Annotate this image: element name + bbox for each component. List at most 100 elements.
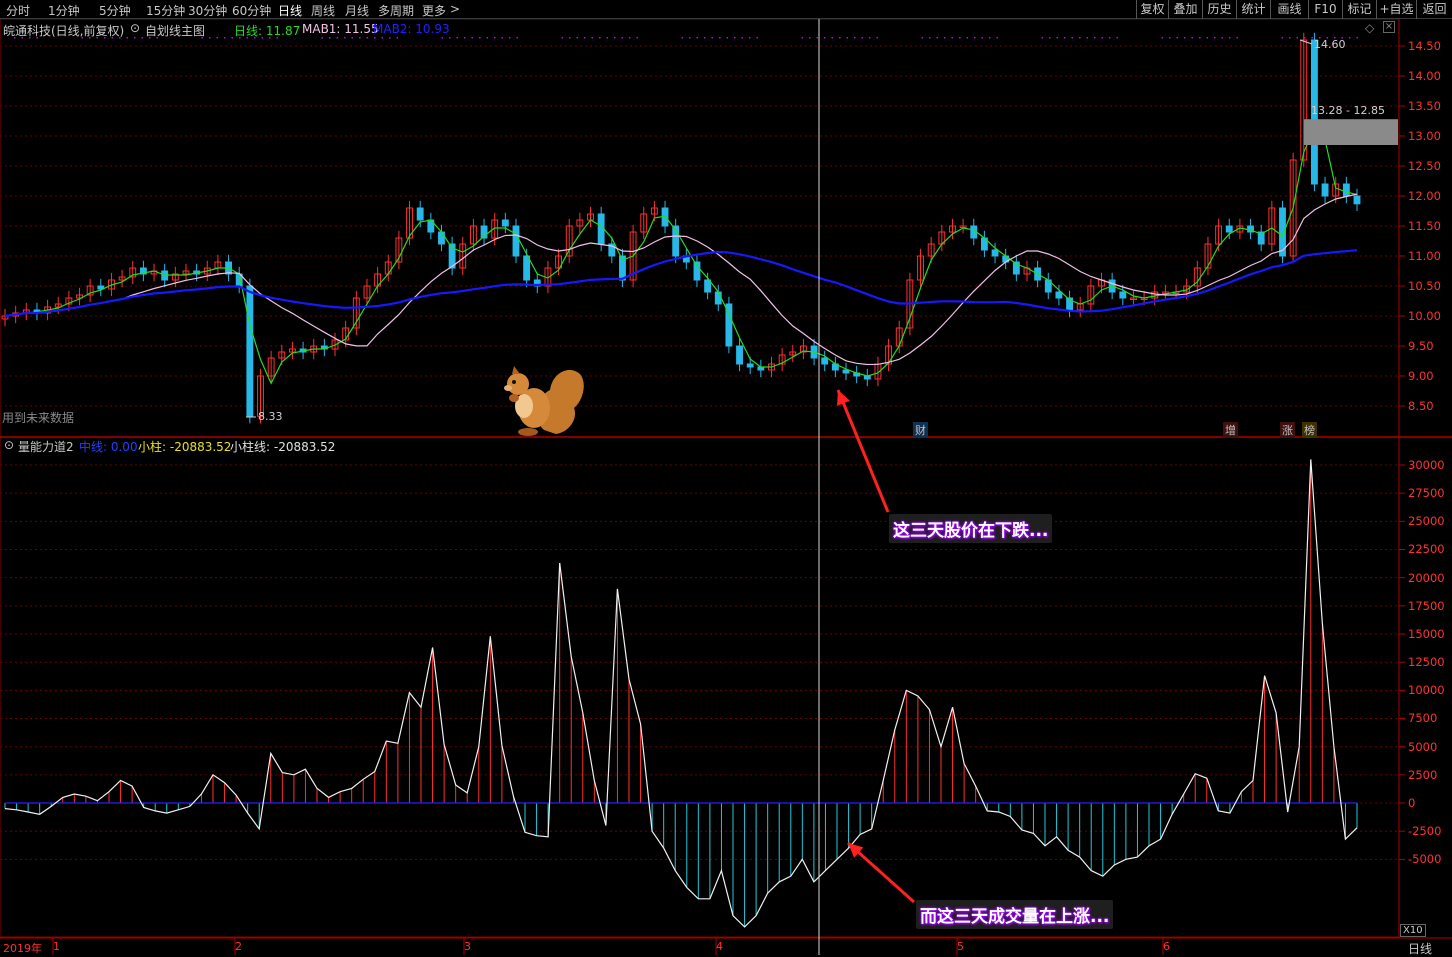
tab-weekly[interactable]: 周线: [311, 2, 335, 19]
tab-5min[interactable]: 5分钟: [99, 2, 131, 19]
event-marker-increase[interactable]: 增: [1223, 422, 1238, 438]
mid-line-label: 中线: 0.00: [79, 440, 138, 454]
volume-tick: 22500: [1408, 542, 1445, 556]
signal-dot: [1199, 37, 1201, 39]
signal-dot: [449, 37, 451, 39]
signal-dot: [1064, 37, 1066, 39]
signal-dot: [1349, 37, 1351, 39]
mab2-label: MAB2: 10.93: [373, 22, 450, 36]
price-annotation: 这三天股价在下跌...: [889, 514, 1053, 543]
signal-dot: [464, 37, 466, 39]
signal-dot: [846, 37, 848, 39]
volume-tick: 25000: [1408, 514, 1445, 528]
x-axis-year: 2019年: [3, 942, 42, 955]
chart-frame: [0, 18, 1400, 938]
low-price-label: 8.33: [258, 410, 283, 423]
signal-dot: [1289, 37, 1291, 39]
restore-rights-button[interactable]: 复权: [1136, 0, 1168, 19]
signal-dot: [1071, 37, 1073, 39]
indicator-selector[interactable]: 自划线主图: [145, 22, 205, 39]
candle-body: [523, 255, 531, 281]
tab-60min[interactable]: 60分钟: [232, 2, 271, 19]
signal-dot: [1311, 37, 1313, 39]
signal-dot: [1101, 37, 1103, 39]
x-axis-month: 3: [464, 940, 471, 953]
signal-dot: [389, 37, 391, 39]
overlay-marks: [246, 19, 1398, 955]
signal-dot: [1176, 37, 1178, 39]
signal-dot: [1296, 37, 1298, 39]
signal-dot: [561, 37, 563, 39]
signal-dot: [816, 37, 818, 39]
add-watchlist-button[interactable]: +自选: [1376, 0, 1416, 19]
volume-tick: -2500: [1408, 824, 1442, 838]
volume-tick: -5000: [1408, 852, 1442, 866]
signal-dot: [981, 37, 983, 39]
volume-tick: 2500: [1408, 768, 1438, 782]
signal-dot: [869, 37, 871, 39]
mark-button[interactable]: 标记: [1342, 0, 1376, 19]
signal-dot: [216, 37, 218, 39]
event-marker-limit-up[interactable]: 涨: [1280, 422, 1295, 438]
statistics-button[interactable]: 统计: [1236, 0, 1270, 19]
signal-dot: [1079, 37, 1081, 39]
signal-dot: [1056, 37, 1058, 39]
tab-daily[interactable]: 日线: [278, 2, 302, 19]
close-icon[interactable]: ×: [1383, 21, 1395, 33]
tab-fenshi[interactable]: 分时: [6, 2, 30, 19]
tab-monthly[interactable]: 月线: [345, 2, 369, 19]
signal-dot: [741, 37, 743, 39]
signal-dot: [456, 37, 458, 39]
candle-body: [714, 291, 722, 305]
history-button[interactable]: 历史: [1202, 0, 1236, 19]
chevron-down-icon[interactable]: ⊙: [130, 21, 140, 35]
signal-dot: [876, 37, 878, 39]
signal-dot: [1169, 37, 1171, 39]
volume-tick: 30000: [1408, 458, 1445, 472]
volume-tick: 20000: [1408, 571, 1445, 585]
draw-line-button[interactable]: 画线: [1270, 0, 1308, 19]
price-tick: 9.50: [1408, 339, 1434, 353]
signal-dot: [141, 37, 143, 39]
signal-dot: [1094, 37, 1096, 39]
signal-dot: [1041, 37, 1043, 39]
overlay-button[interactable]: 叠加: [1168, 0, 1202, 19]
price-tick: 12.50: [1408, 159, 1441, 173]
chevron-right-icon[interactable]: >: [450, 2, 460, 16]
f10-button[interactable]: F10: [1308, 0, 1342, 19]
ma-pink-line: [4, 193, 1358, 366]
signal-dot: [224, 37, 226, 39]
candle-body: [1353, 195, 1361, 205]
volume-line: [4, 459, 1358, 928]
volume-indicator-name[interactable]: 量能力道2: [18, 438, 74, 455]
x-axis-month: 5: [957, 940, 964, 953]
tab-15min[interactable]: 15分钟: [146, 2, 185, 19]
signal-dot: [329, 37, 331, 39]
stock-title: 皖通科技(日线,前复权): [3, 24, 125, 38]
price-gap-box: [1304, 119, 1398, 145]
event-marker-list[interactable]: 榜: [1302, 422, 1317, 438]
x-axis-month: 1: [53, 940, 60, 953]
candle-body: [1055, 291, 1063, 299]
chevron-down-icon[interactable]: ⊙: [4, 438, 14, 452]
signal-dot: [1356, 37, 1358, 39]
tab-more[interactable]: 更多: [422, 2, 446, 19]
tab-30min[interactable]: 30分钟: [188, 2, 227, 19]
tab-1min[interactable]: 1分钟: [48, 2, 80, 19]
price-tick: 13.50: [1408, 99, 1441, 113]
chart-canvas[interactable]: [0, 0, 1452, 955]
signal-dot: [719, 37, 721, 39]
signal-dot: [396, 37, 398, 39]
event-marker-finance[interactable]: 财: [913, 422, 928, 438]
arrow-shaft: [836, 389, 890, 513]
tab-multi-period[interactable]: 多周期: [378, 2, 414, 19]
signal-dot: [1116, 37, 1118, 39]
volume-tick: 10000: [1408, 683, 1445, 697]
signal-dot: [501, 37, 503, 39]
signal-dot: [134, 37, 136, 39]
grid-layer: [0, 18, 1452, 955]
diamond-icon[interactable]: ◇: [1365, 21, 1374, 35]
candle-body: [1342, 183, 1350, 197]
back-button[interactable]: 返回: [1416, 0, 1452, 19]
candle-body: [246, 285, 254, 417]
